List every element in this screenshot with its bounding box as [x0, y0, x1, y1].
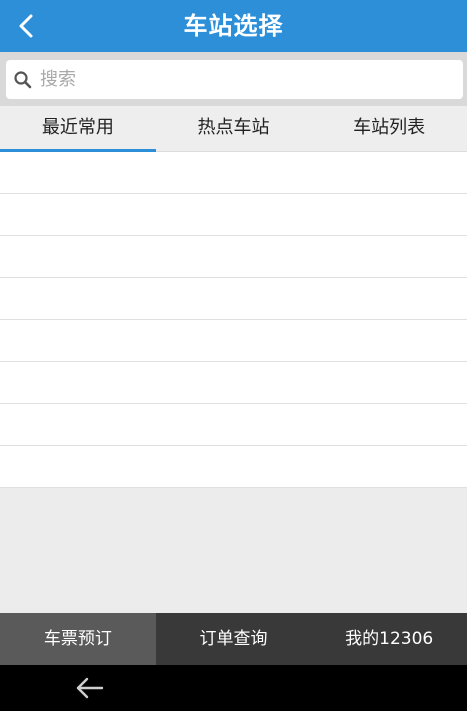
- list-item[interactable]: [0, 446, 467, 488]
- search-bar: [0, 52, 467, 106]
- search-box[interactable]: [6, 60, 463, 99]
- tab-bar: 最近常用 热点车站 车站列表: [0, 106, 467, 152]
- search-icon: [6, 60, 40, 99]
- tab-station-list[interactable]: 车站列表: [311, 106, 467, 151]
- page-title: 车站选择: [183, 12, 284, 40]
- arrow-left-icon: [76, 677, 104, 699]
- tab-hot-stations[interactable]: 热点车站: [156, 106, 312, 151]
- station-list: [0, 152, 467, 488]
- system-navigation-bar: [0, 665, 467, 711]
- list-item[interactable]: [0, 236, 467, 278]
- list-item[interactable]: [0, 404, 467, 446]
- nav-ticket-booking[interactable]: 车票预订: [0, 613, 156, 665]
- list-item[interactable]: [0, 320, 467, 362]
- nav-my-12306[interactable]: 我的12306: [311, 613, 467, 665]
- list-item[interactable]: [0, 194, 467, 236]
- nav-order-query[interactable]: 订单查询: [156, 613, 312, 665]
- list-item[interactable]: [0, 152, 467, 194]
- bottom-nav: 车票预订 订单查询 我的12306: [0, 613, 467, 665]
- list-item[interactable]: [0, 362, 467, 404]
- system-back-button[interactable]: [70, 673, 110, 703]
- list-item[interactable]: [0, 278, 467, 320]
- tab-recent[interactable]: 最近常用: [0, 106, 156, 152]
- search-input[interactable]: [40, 61, 440, 98]
- app-header: 车站选择: [0, 0, 467, 52]
